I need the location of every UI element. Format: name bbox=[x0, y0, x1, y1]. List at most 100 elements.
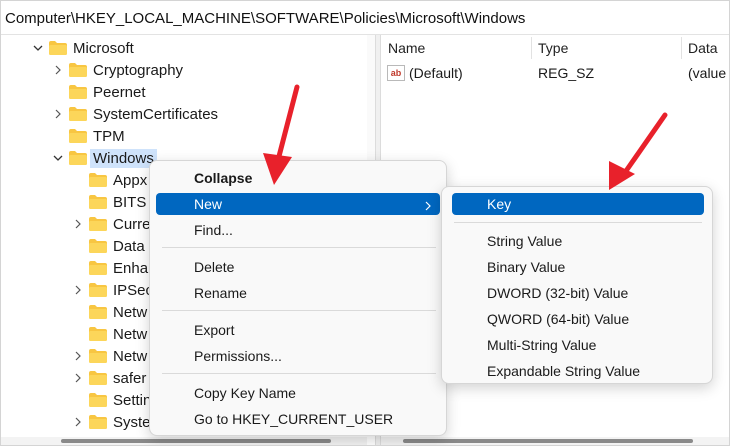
tree-item-ipsec[interactable]: IPSec bbox=[71, 279, 153, 301]
folder-icon bbox=[89, 261, 107, 275]
tree-item-label: Microsoft bbox=[73, 39, 134, 57]
menu-divider bbox=[162, 373, 436, 374]
tree-item-safer[interactable]: safer bbox=[71, 367, 146, 389]
submenu-item-multi-string-value[interactable]: Multi-String Value bbox=[452, 334, 704, 356]
scrollbar-thumb[interactable] bbox=[403, 439, 693, 443]
address-bar[interactable]: Computer\HKEY_LOCAL_MACHINE\SOFTWARE\Pol… bbox=[1, 1, 729, 35]
folder-icon bbox=[89, 415, 107, 429]
tree-item-system[interactable]: Syste bbox=[71, 411, 151, 433]
submenu-item-expandable-string-value[interactable]: Expandable String Value bbox=[452, 360, 704, 382]
tree-item-tpm[interactable]: TPM bbox=[51, 125, 125, 147]
menu-item-rename[interactable]: Rename bbox=[156, 282, 440, 304]
folder-icon bbox=[89, 173, 107, 187]
tree-horizontal-scrollbar[interactable] bbox=[1, 437, 367, 445]
tree-item-peernet[interactable]: Peernet bbox=[51, 81, 146, 103]
submenu-item-binary-value[interactable]: Binary Value bbox=[452, 256, 704, 278]
menu-item-collapse[interactable]: Collapse bbox=[156, 167, 440, 189]
column-header-type[interactable]: Type bbox=[538, 40, 568, 56]
chevron-down-icon[interactable] bbox=[51, 151, 65, 165]
menu-divider bbox=[162, 247, 436, 248]
folder-icon bbox=[89, 283, 107, 297]
scrollbar-thumb[interactable] bbox=[61, 439, 331, 443]
menu-item-delete[interactable]: Delete bbox=[156, 256, 440, 278]
folder-icon bbox=[89, 393, 107, 407]
folder-icon bbox=[69, 85, 87, 99]
menu-item-copy-key-name[interactable]: Copy Key Name bbox=[156, 382, 440, 404]
tree-item-label: safer bbox=[113, 369, 147, 387]
tree-item-label: Enhar bbox=[113, 259, 154, 277]
chevron-right-icon[interactable] bbox=[51, 63, 65, 77]
menu-item-goto-hkcu[interactable]: Go to HKEY_CURRENT_USER bbox=[156, 408, 440, 430]
column-header-name[interactable]: Name bbox=[388, 40, 425, 56]
folder-icon bbox=[89, 195, 107, 209]
value-data: (value bbox=[688, 65, 727, 81]
context-menu: Collapse New Find... Delete Rename Expor… bbox=[149, 160, 447, 436]
menu-item-export[interactable]: Export bbox=[156, 319, 440, 341]
value-name: (Default) bbox=[409, 65, 463, 81]
new-submenu: Key String Value Binary Value DWORD (32-… bbox=[441, 186, 713, 384]
folder-open-icon bbox=[69, 151, 87, 165]
chevron-down-icon[interactable] bbox=[31, 41, 45, 55]
tree-item-label: Settin bbox=[113, 391, 152, 409]
menu-divider bbox=[454, 222, 702, 223]
folder-icon bbox=[69, 107, 87, 121]
chevron-right-icon[interactable] bbox=[71, 217, 85, 231]
tree-item-label: TPM bbox=[93, 127, 125, 145]
tree-item-label: Netw bbox=[113, 347, 148, 365]
tree-item-label: Peernet bbox=[93, 83, 146, 101]
tree-item-network-2[interactable]: Netw bbox=[71, 323, 147, 345]
tree-item-label: Windows bbox=[90, 148, 157, 168]
address-path: Computer\HKEY_LOCAL_MACHINE\SOFTWARE\Pol… bbox=[5, 10, 526, 27]
list-item[interactable]: ab (Default) REG_SZ (value bbox=[381, 61, 729, 85]
folder-icon bbox=[69, 63, 87, 77]
folder-icon bbox=[89, 327, 107, 341]
folder-icon bbox=[89, 349, 107, 363]
submenu-item-string-value[interactable]: String Value bbox=[452, 230, 704, 252]
tree-item-label: BITS bbox=[113, 193, 147, 211]
submenu-item-dword-value[interactable]: DWORD (32-bit) Value bbox=[452, 282, 704, 304]
menu-divider bbox=[162, 310, 436, 311]
submenu-item-qword-value[interactable]: QWORD (64-bit) Value bbox=[452, 308, 704, 330]
menu-item-permissions[interactable]: Permissions... bbox=[156, 345, 440, 367]
tree-item-systemcertificates[interactable]: SystemCertificates bbox=[51, 103, 218, 125]
chevron-right-icon[interactable] bbox=[71, 415, 85, 429]
menu-item-find[interactable]: Find... bbox=[156, 219, 440, 241]
folder-icon bbox=[89, 217, 107, 231]
chevron-right-icon[interactable] bbox=[71, 283, 85, 297]
column-divider[interactable] bbox=[531, 37, 532, 59]
tree-item-label: Curre bbox=[113, 215, 151, 233]
list-horizontal-scrollbar[interactable] bbox=[381, 437, 729, 445]
tree-item-appx[interactable]: Appx bbox=[71, 169, 147, 191]
chevron-right-icon[interactable] bbox=[71, 349, 85, 363]
tree-item-label: Netw bbox=[113, 303, 148, 321]
tree-item-network-1[interactable]: Netw bbox=[71, 301, 147, 323]
chevron-right-icon[interactable] bbox=[71, 371, 85, 385]
column-header-data[interactable]: Data bbox=[688, 40, 718, 56]
tree-item-label: Netw bbox=[113, 325, 148, 343]
string-value-icon: ab bbox=[387, 65, 405, 81]
submenu-item-key[interactable]: Key bbox=[452, 193, 704, 215]
folder-icon bbox=[89, 305, 107, 319]
tree-item-settings[interactable]: Settin bbox=[71, 389, 151, 411]
tree-item-microsoft[interactable]: Microsoft bbox=[31, 37, 134, 59]
tree-item-label: Data bbox=[113, 237, 145, 255]
tree-item-bits[interactable]: BITS bbox=[71, 191, 146, 213]
folder-icon bbox=[69, 129, 87, 143]
folder-icon bbox=[89, 239, 107, 253]
folder-icon bbox=[89, 371, 107, 385]
menu-item-new[interactable]: New bbox=[156, 193, 440, 215]
tree-item-enhanced[interactable]: Enhar bbox=[71, 257, 153, 279]
tree-item-windows[interactable]: Windows bbox=[51, 147, 157, 169]
tree-item-label: Syste bbox=[113, 413, 151, 431]
tree-item-label: SystemCertificates bbox=[93, 105, 219, 123]
chevron-right-icon[interactable] bbox=[51, 107, 65, 121]
chevron-right-icon bbox=[424, 198, 432, 214]
tree-item-network-3[interactable]: Netw bbox=[71, 345, 147, 367]
column-divider[interactable] bbox=[681, 37, 682, 59]
tree-item-cryptography[interactable]: Cryptography bbox=[51, 59, 183, 81]
tree-item-currentversion[interactable]: Curre bbox=[71, 213, 151, 235]
tree-item-label: IPSec bbox=[113, 281, 154, 299]
tree-item-label: Appx bbox=[113, 171, 148, 189]
list-header: Name Type Data bbox=[381, 35, 729, 61]
tree-item-datacollection[interactable]: Data bbox=[71, 235, 145, 257]
